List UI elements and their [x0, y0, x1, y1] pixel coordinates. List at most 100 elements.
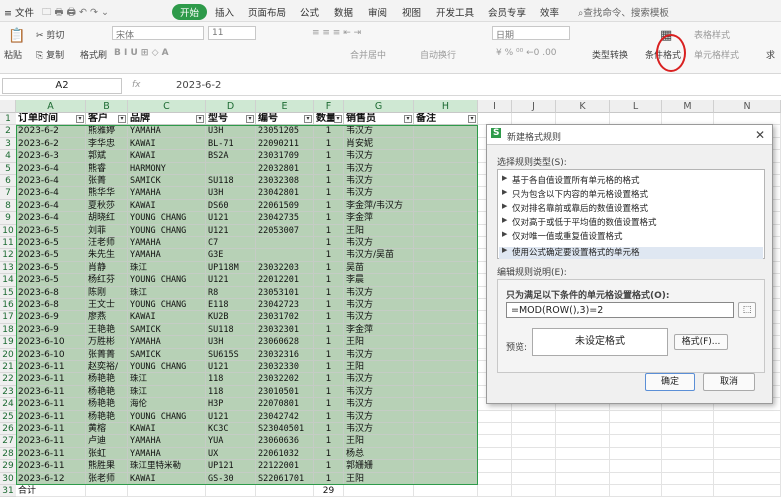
empty-cell[interactable]	[662, 410, 714, 423]
empty-cell[interactable]	[556, 410, 610, 423]
column-header[interactable]: I	[478, 100, 512, 113]
table-cell[interactable]: G3E	[206, 249, 256, 262]
table-cell[interactable]: DS60	[206, 199, 256, 213]
table-cell[interactable]	[414, 199, 478, 213]
table-cell[interactable]: SAMICK	[128, 348, 206, 361]
row-header[interactable]: 11	[0, 237, 16, 250]
table-cell[interactable]	[414, 286, 478, 299]
quick-access-icons[interactable]: 🗀 🖶 🖨 ↶ ↷ ⌄	[42, 5, 109, 21]
column-header[interactable]: M	[662, 100, 714, 113]
row-header[interactable]: 23	[0, 385, 16, 399]
name-box[interactable]: A2	[2, 78, 122, 94]
table-cell[interactable]: 韦汉方	[344, 175, 414, 188]
table-cell[interactable]: 韦汉方	[344, 348, 414, 361]
filter-dropdown-icon[interactable]: ▾	[246, 115, 254, 123]
table-cell[interactable]: 23042801	[256, 187, 314, 200]
empty-cell[interactable]	[662, 447, 714, 461]
empty-cell[interactable]	[556, 460, 610, 473]
table-cell[interactable]: 118	[206, 373, 256, 386]
empty-cell[interactable]	[478, 472, 512, 485]
rule-type-item[interactable]: 仅对排名靠前或靠后的数值设置格式	[512, 202, 648, 214]
table-cell[interactable]: UX	[206, 447, 256, 461]
table-cell[interactable]: 2023-6-4	[16, 162, 86, 175]
table-cell[interactable]: 1	[314, 460, 344, 473]
row-header[interactable]: 10	[0, 224, 16, 237]
table-cell[interactable]: KAWAI	[128, 311, 206, 324]
table-cell[interactable]: 23053101	[256, 286, 314, 299]
table-cell[interactable]: 张菁	[86, 175, 128, 188]
row-header[interactable]: 16	[0, 299, 16, 312]
table-cell[interactable]: 1	[314, 175, 344, 188]
table-style-button[interactable]: 表格样式	[694, 28, 730, 41]
table-cell[interactable]: 1	[314, 261, 344, 275]
rule-type-item-selected[interactable]: 使用公式确定要设置格式的单元格	[512, 246, 640, 258]
table-cell[interactable]	[414, 435, 478, 448]
empty-cell[interactable]	[662, 460, 714, 473]
table-cell[interactable]: 2023-6-4	[16, 175, 86, 188]
row-header[interactable]: 19	[0, 336, 16, 349]
table-cell[interactable]: 杨总	[344, 447, 414, 461]
merge-center-button[interactable]: 合并居中	[350, 48, 386, 61]
table-cell[interactable]: YOUNG CHANG	[128, 299, 206, 312]
empty-cell[interactable]	[714, 447, 781, 461]
table-cell[interactable]: 2023-6-10	[16, 348, 86, 361]
table-cell[interactable]: 2023-6-11	[16, 373, 86, 386]
column-header[interactable]: B	[86, 100, 128, 113]
table-cell[interactable]: 郭斌	[86, 150, 128, 163]
select-all-corner[interactable]	[0, 100, 16, 113]
table-cell[interactable]: YOUNG CHANG	[128, 410, 206, 423]
table-cell[interactable]: YAMAHA	[128, 125, 206, 138]
range-select-icon[interactable]: ⬚	[738, 302, 756, 318]
row-header[interactable]: 18	[0, 323, 16, 337]
empty-cell[interactable]	[344, 485, 414, 498]
table-cell[interactable]: YAMAHA	[128, 249, 206, 262]
table-cell[interactable]: HARMONY	[128, 162, 206, 175]
table-cell[interactable]: 22012201	[256, 274, 314, 287]
table-cell[interactable]: 韦汉方	[344, 286, 414, 299]
row-header[interactable]: 21	[0, 361, 16, 374]
row-header[interactable]: 3	[0, 137, 16, 151]
table-cell[interactable]: 王阳	[344, 361, 414, 374]
table-cell[interactable]: 王文士	[86, 299, 128, 312]
rule-type-item[interactable]: 仅对高于或低于平均值的数值设置格式	[512, 216, 657, 228]
table-cell[interactable]: 2023-6-5	[16, 224, 86, 237]
table-cell[interactable]	[414, 187, 478, 200]
table-cell[interactable]: 2023-6-5	[16, 249, 86, 262]
table-cell[interactable]: YUA	[206, 435, 256, 448]
cancel-button[interactable]: 取消	[703, 373, 755, 391]
table-cell[interactable]: 珠江里特米勒	[128, 460, 206, 473]
table-cell[interactable]: 23060636	[256, 435, 314, 448]
table-cell[interactable]: 杨艳艳	[86, 410, 128, 423]
table-cell[interactable]: 2023-6-8	[16, 286, 86, 299]
table-cell[interactable]: 23032203	[256, 261, 314, 275]
table-cell[interactable]: GS-30	[206, 472, 256, 485]
command-search[interactable]: ⌕查找命令、搜索模板	[578, 5, 669, 19]
filter-dropdown-icon[interactable]: ▾	[468, 115, 476, 123]
table-header-cell[interactable]: 品牌 ▾	[128, 113, 206, 126]
empty-cell[interactable]	[512, 435, 556, 448]
column-header[interactable]: H	[414, 100, 478, 113]
table-cell[interactable]	[414, 150, 478, 163]
table-cell[interactable]: 王阳	[344, 224, 414, 237]
table-cell[interactable]: 23042742	[256, 410, 314, 423]
table-cell[interactable]: 韦汉方	[344, 373, 414, 386]
cell-style-button[interactable]: 单元格样式	[694, 48, 739, 61]
table-cell[interactable]: 1	[314, 137, 344, 151]
empty-cell[interactable]	[478, 460, 512, 473]
table-cell[interactable]	[414, 398, 478, 411]
filter-dropdown-icon[interactable]: ▾	[304, 115, 312, 123]
table-cell[interactable]: 22061032	[256, 447, 314, 461]
table-cell[interactable]: H3P	[206, 398, 256, 411]
empty-cell[interactable]	[556, 485, 610, 498]
empty-cell[interactable]	[512, 485, 556, 498]
table-cell[interactable]: 胡晓红	[86, 212, 128, 225]
rule-type-item[interactable]: 仅对唯一值或重复值设置格式	[512, 230, 623, 242]
column-header[interactable]: L	[610, 100, 662, 113]
table-cell[interactable]	[414, 385, 478, 399]
fx-icon[interactable]: fx	[132, 80, 141, 90]
tab-formula[interactable]: 公式	[300, 5, 319, 19]
table-cell[interactable]: 2023-6-4	[16, 187, 86, 200]
table-cell[interactable]: 1	[314, 348, 344, 361]
menu-file[interactable]: ≡ 文件	[4, 5, 34, 19]
table-cell[interactable]: 2023-6-9	[16, 323, 86, 337]
